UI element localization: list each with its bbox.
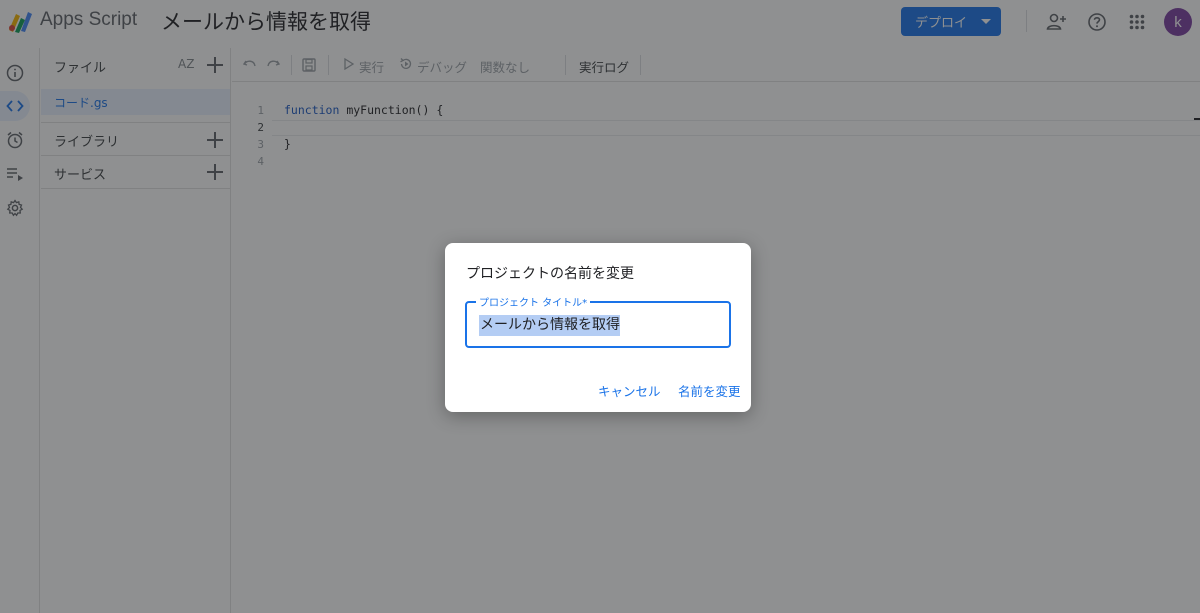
project-title-field[interactable]: プロジェクト タイトル* メールから情報を取得 xyxy=(465,294,731,348)
rename-button[interactable]: 名前を変更 xyxy=(678,381,741,400)
cancel-button[interactable]: キャンセル xyxy=(598,381,661,400)
project-title-input[interactable]: メールから情報を取得 xyxy=(479,315,620,336)
rename-project-dialog: プロジェクトの名前を変更 プロジェクト タイトル* メールから情報を取得 キャン… xyxy=(445,243,751,412)
dialog-title: プロジェクトの名前を変更 xyxy=(466,266,634,282)
field-label: プロジェクト タイトル* xyxy=(476,294,591,309)
